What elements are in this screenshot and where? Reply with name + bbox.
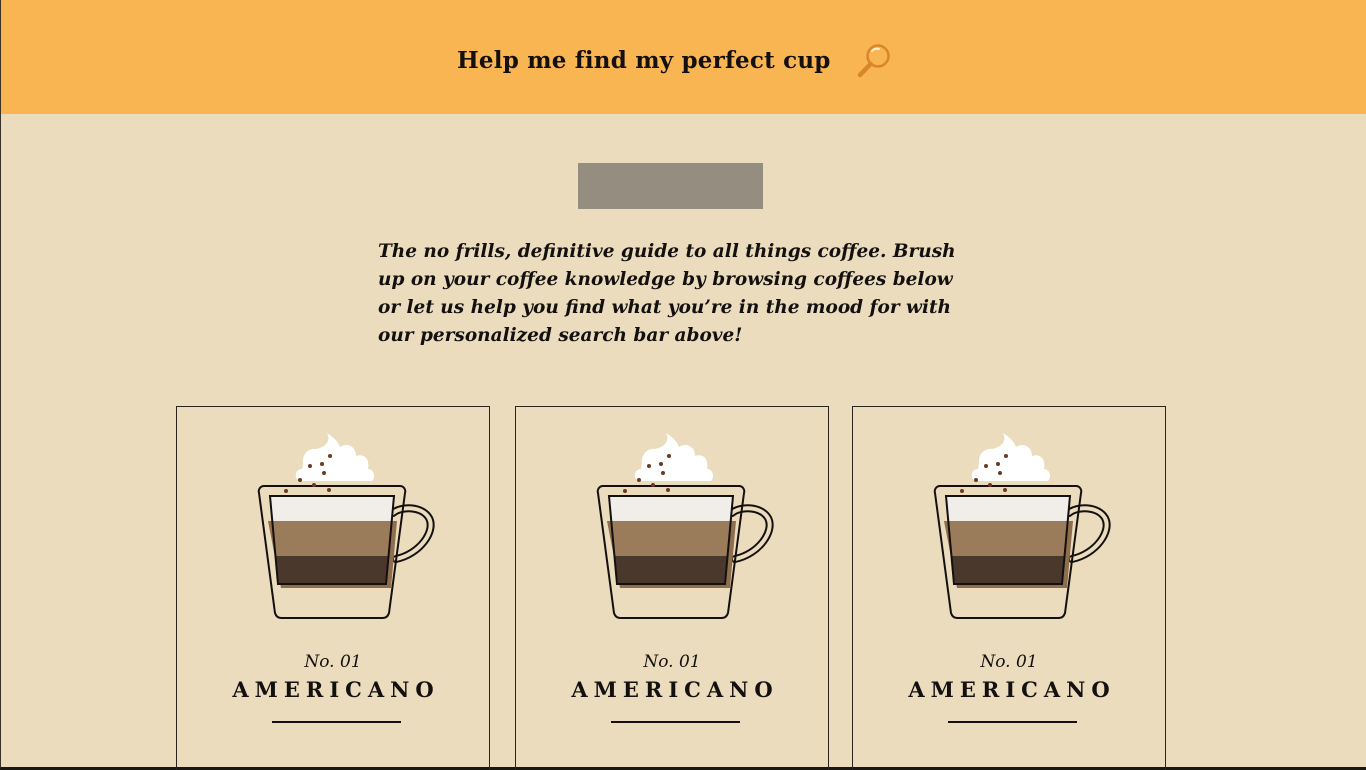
coffee-card[interactable]: No. 01 AMERICANO: [176, 406, 490, 770]
coffee-name: AMERICANO: [908, 677, 1116, 702]
divider: [272, 721, 401, 723]
coffee-card[interactable]: No. 01 AMERICANO: [515, 406, 829, 770]
divider: [948, 721, 1077, 723]
coffee-cup-with-whipped-cream-icon: [933, 433, 1111, 619]
search-prompt-label: Help me find my perfect cup: [457, 46, 831, 74]
coffee-number: No. 01: [980, 652, 1038, 672]
coffee-number: No. 01: [304, 652, 362, 672]
coffee-card[interactable]: No. 01 AMERICANO: [852, 406, 1166, 770]
coffee-number: No. 01: [643, 652, 701, 672]
coffee-cup-with-whipped-cream-icon: [596, 433, 774, 619]
intro-text: The no frills, definitive guide to all t…: [378, 241, 956, 346]
perfect-cup-search-button[interactable]: Help me find my perfect cup: [457, 38, 895, 82]
divider: [611, 721, 740, 723]
coffee-cup-with-whipped-cream-icon: [257, 433, 435, 619]
magnifying-glass-icon[interactable]: [855, 40, 895, 80]
logo-placeholder: [578, 163, 763, 209]
top-bar: Help me find my perfect cup: [1, 0, 1366, 114]
coffee-name: AMERICANO: [232, 677, 440, 702]
coffee-name: AMERICANO: [571, 677, 779, 702]
